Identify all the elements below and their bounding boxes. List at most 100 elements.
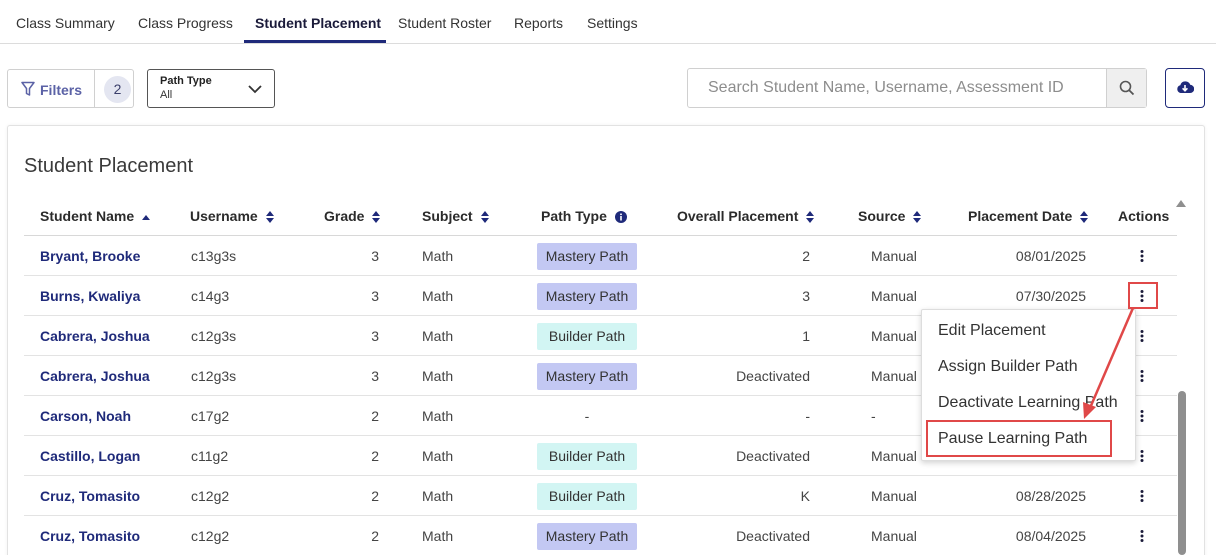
filters-button[interactable]: Filters 2 [7,69,134,108]
source-cell: Manual [871,248,917,264]
student-name-link[interactable]: Castillo, Logan [40,436,140,476]
tab-class-summary[interactable]: Class Summary [16,0,115,44]
sort-icon [806,211,815,224]
tab-student-roster[interactable]: Student Roster [398,0,491,44]
info-icon[interactable] [614,211,627,224]
kebab-menu-icon [1140,410,1144,422]
grade-cell: 2 [371,408,379,424]
menu-item-deactivate-learning-path[interactable]: Deactivate Learning Path [938,394,1118,412]
path-type-label: Path Type [160,75,212,87]
grade-cell: 2 [371,448,379,464]
tab-student-placement[interactable]: Student Placement [255,0,381,44]
overall-placement-cell: Deactivated [736,528,810,544]
student-name-link[interactable]: Carson, Noah [40,396,131,436]
table-row: Bryant, Brooke c13g3s 3 Math Mastery Path 2 Ma… [24,236,1177,276]
download-button[interactable] [1165,68,1205,108]
col-header-label: Source [858,208,906,224]
cloud-download-icon [1177,81,1194,94]
student-name-link[interactable]: Bryant, Brooke [40,236,140,276]
col-header-overall-placement[interactable]: Overall Placement [677,208,815,224]
student-name-link[interactable]: Cabrera, Joshua [40,316,150,356]
table-row: Cruz, Tomasito c12g2 2 Math Builder Path K Man… [24,476,1177,516]
path-type-cell: Mastery Path [537,356,637,396]
sort-ascending-icon [142,215,151,221]
row-actions-button[interactable] [1132,486,1152,506]
scroll-up-icon[interactable] [1176,199,1186,207]
tab-class-progress[interactable]: Class Progress [138,0,233,44]
filters-label: Filters [40,82,83,98]
tab-settings[interactable]: Settings [587,0,638,44]
path-type-badge: Builder Path [537,443,637,470]
kebab-menu-icon [1140,450,1144,462]
path-type-select[interactable]: Path Type All [147,69,275,108]
subject-cell: Math [422,448,454,464]
search-button[interactable] [1106,69,1146,107]
source-cell: Manual [871,528,917,544]
path-type-badge: Builder Path [537,323,637,350]
path-type-cell: Builder Path [537,436,637,476]
col-header-label: Placement Date [968,208,1073,224]
student-name-link[interactable]: Cruz, Tomasito [40,516,140,555]
col-header-placement-date[interactable]: Placement Date [968,208,1089,224]
kebab-menu-icon [1140,330,1144,342]
path-type-cell: Builder Path [537,316,637,356]
col-header-path-type: Path Type [541,208,627,224]
subject-cell: Math [422,288,454,304]
source-cell: Manual [871,488,917,504]
subject-cell: Math [422,408,454,424]
table-row: Cruz, Tomasito c12g2 2 Math Mastery Path Deac… [24,516,1177,555]
menu-item-edit-placement[interactable]: Edit Placement [938,322,1046,340]
row-actions-button[interactable] [1132,526,1152,546]
tab-reports[interactable]: Reports [514,0,563,44]
grade-cell: 2 [371,528,379,544]
placement-date-cell: 08/01/2025 [1015,248,1086,264]
col-header-label: Subject [422,208,473,224]
path-type-cell: - [584,408,590,424]
subject-cell: Math [422,328,454,344]
search-input[interactable] [688,69,1106,107]
kebab-menu-icon [1140,370,1144,382]
filters-divider [94,70,95,107]
source-cell: Manual [871,288,917,304]
kebab-menu-icon [1140,490,1144,502]
subject-cell: Math [422,368,454,384]
overall-placement-cell: 3 [802,288,810,304]
username-cell: c11g2 [191,448,229,464]
search-icon [1119,80,1135,96]
path-type-cell: Mastery Path [537,516,637,555]
sort-icon [1080,211,1089,224]
col-header-source[interactable]: Source [858,208,922,224]
col-header-subject[interactable]: Subject [422,208,489,224]
student-name-link[interactable]: Cabrera, Joshua [40,356,150,396]
card-title: Student Placement [24,155,193,177]
overall-placement-cell: - [805,408,810,424]
col-header-grade[interactable]: Grade [324,208,381,224]
scrollbar-thumb[interactable] [1178,391,1186,555]
search-box [687,68,1147,108]
path-type-badge: Builder Path [537,483,637,510]
col-header-username[interactable]: Username [190,208,274,224]
col-header-label: Grade [324,208,365,224]
overall-placement-cell: K [800,488,810,504]
col-header-actions: Actions [1118,208,1170,224]
sort-icon [265,211,274,224]
student-name-link[interactable]: Burns, Kwaliya [40,276,140,316]
placement-date-cell: 08/04/2025 [1015,528,1086,544]
overall-placement-cell: 1 [802,328,810,344]
path-type-cell: Builder Path [537,476,637,516]
col-header-label: Username [190,208,258,224]
col-header-student-name[interactable]: Student Name [40,208,151,224]
subject-cell: Math [422,488,454,504]
row-actions-button[interactable] [1132,246,1152,266]
grade-cell: 3 [371,368,379,384]
username-cell: c12g2 [191,528,230,544]
username-cell: c13g3s [191,248,237,264]
active-tab-indicator [244,40,386,43]
placement-date-cell: 08/28/2025 [1015,488,1086,504]
kebab-menu-icon [1140,530,1144,542]
menu-item-assign-builder-path[interactable]: Assign Builder Path [938,358,1078,376]
username-cell: c17g2 [191,408,230,424]
username-cell: c14g3 [191,288,230,304]
student-name-link[interactable]: Cruz, Tomasito [40,476,140,516]
filter-icon [21,81,35,96]
